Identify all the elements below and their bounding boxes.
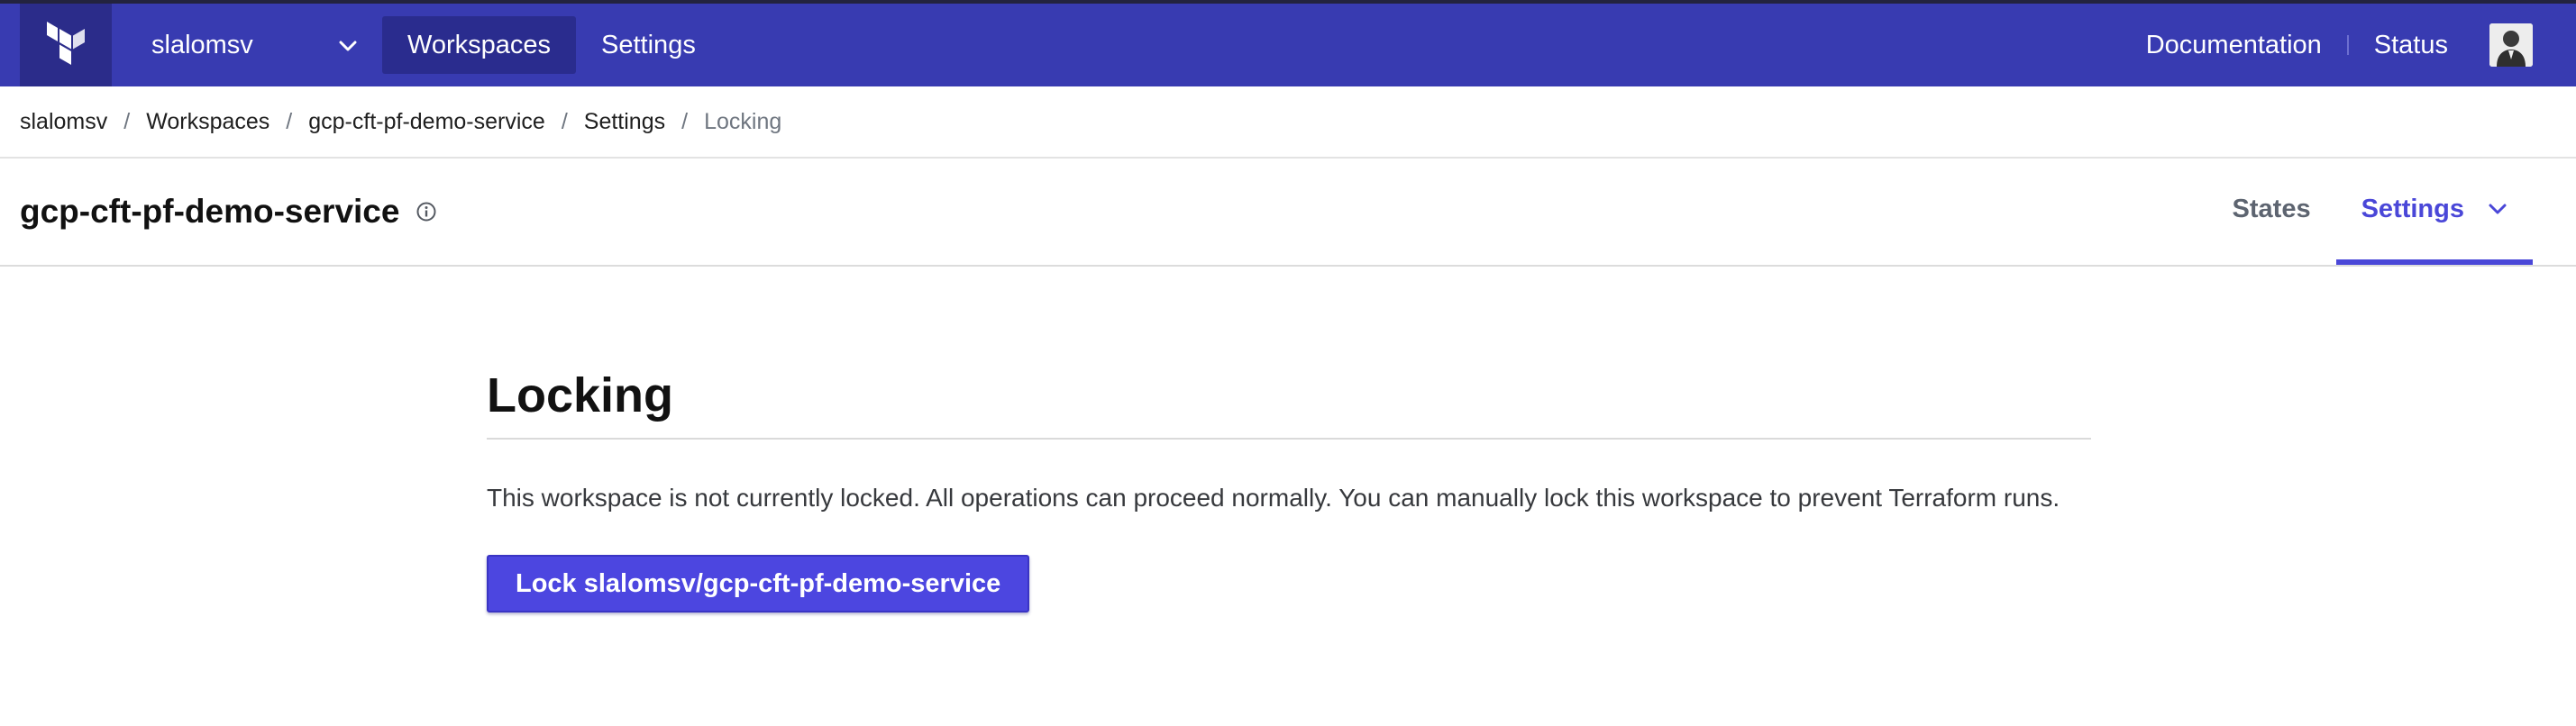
tab-settings-label: Settings xyxy=(2361,194,2464,223)
breadcrumb-separator: / xyxy=(286,108,293,134)
tab-settings[interactable]: Settings xyxy=(2335,159,2533,265)
breadcrumb-workspace[interactable]: gcp-cft-pf-demo-service xyxy=(308,109,545,135)
main-content: Locking This workspace is not currently … xyxy=(487,267,2091,613)
organization-name: slalomsv xyxy=(151,30,253,59)
terraform-logo-icon[interactable] xyxy=(20,4,112,86)
lock-workspace-button[interactable]: Lock slalomsv/gcp-cft-pf-demo-service xyxy=(487,555,1030,613)
workspace-tabs: States Settings xyxy=(2207,159,2533,265)
tab-states[interactable]: States xyxy=(2207,159,2336,265)
nav-divider xyxy=(2346,35,2349,55)
user-avatar[interactable] xyxy=(2489,23,2533,67)
chevron-down-icon xyxy=(2488,203,2507,215)
tab-states-label: States xyxy=(2232,194,2311,223)
nav-workspaces[interactable]: Workspaces xyxy=(382,16,577,74)
breadcrumb-settings[interactable]: Settings xyxy=(584,109,665,135)
status-link[interactable]: Status xyxy=(2374,31,2448,60)
page-heading: Locking xyxy=(487,368,2091,440)
organization-switcher[interactable]: slalomsv xyxy=(112,4,382,86)
locking-description: This workspace is not currently locked. … xyxy=(487,484,2060,512)
breadcrumb-current: Locking xyxy=(704,108,782,134)
breadcrumb-org[interactable]: slalomsv xyxy=(20,109,107,135)
nav-settings-label: Settings xyxy=(601,30,696,59)
breadcrumb: slalomsv / Workspaces / gcp-cft-pf-demo-… xyxy=(0,86,2576,159)
workspace-title: gcp-cft-pf-demo-service xyxy=(20,193,400,230)
topbar-right-group: Documentation Status xyxy=(2146,4,2576,86)
workspace-header: gcp-cft-pf-demo-service States Settings xyxy=(0,159,2576,267)
nav-settings[interactable]: Settings xyxy=(576,16,721,74)
documentation-link[interactable]: Documentation xyxy=(2146,31,2322,60)
breadcrumb-separator: / xyxy=(123,108,131,134)
breadcrumb-separator: / xyxy=(561,108,568,134)
chevron-down-icon xyxy=(337,31,359,60)
breadcrumb-workspaces[interactable]: Workspaces xyxy=(146,109,269,135)
top-navigation-bar: slalomsv Workspaces Settings Documentati… xyxy=(0,0,2576,86)
info-icon[interactable] xyxy=(416,201,437,222)
breadcrumb-separator: / xyxy=(681,108,689,134)
nav-workspaces-label: Workspaces xyxy=(407,30,552,59)
